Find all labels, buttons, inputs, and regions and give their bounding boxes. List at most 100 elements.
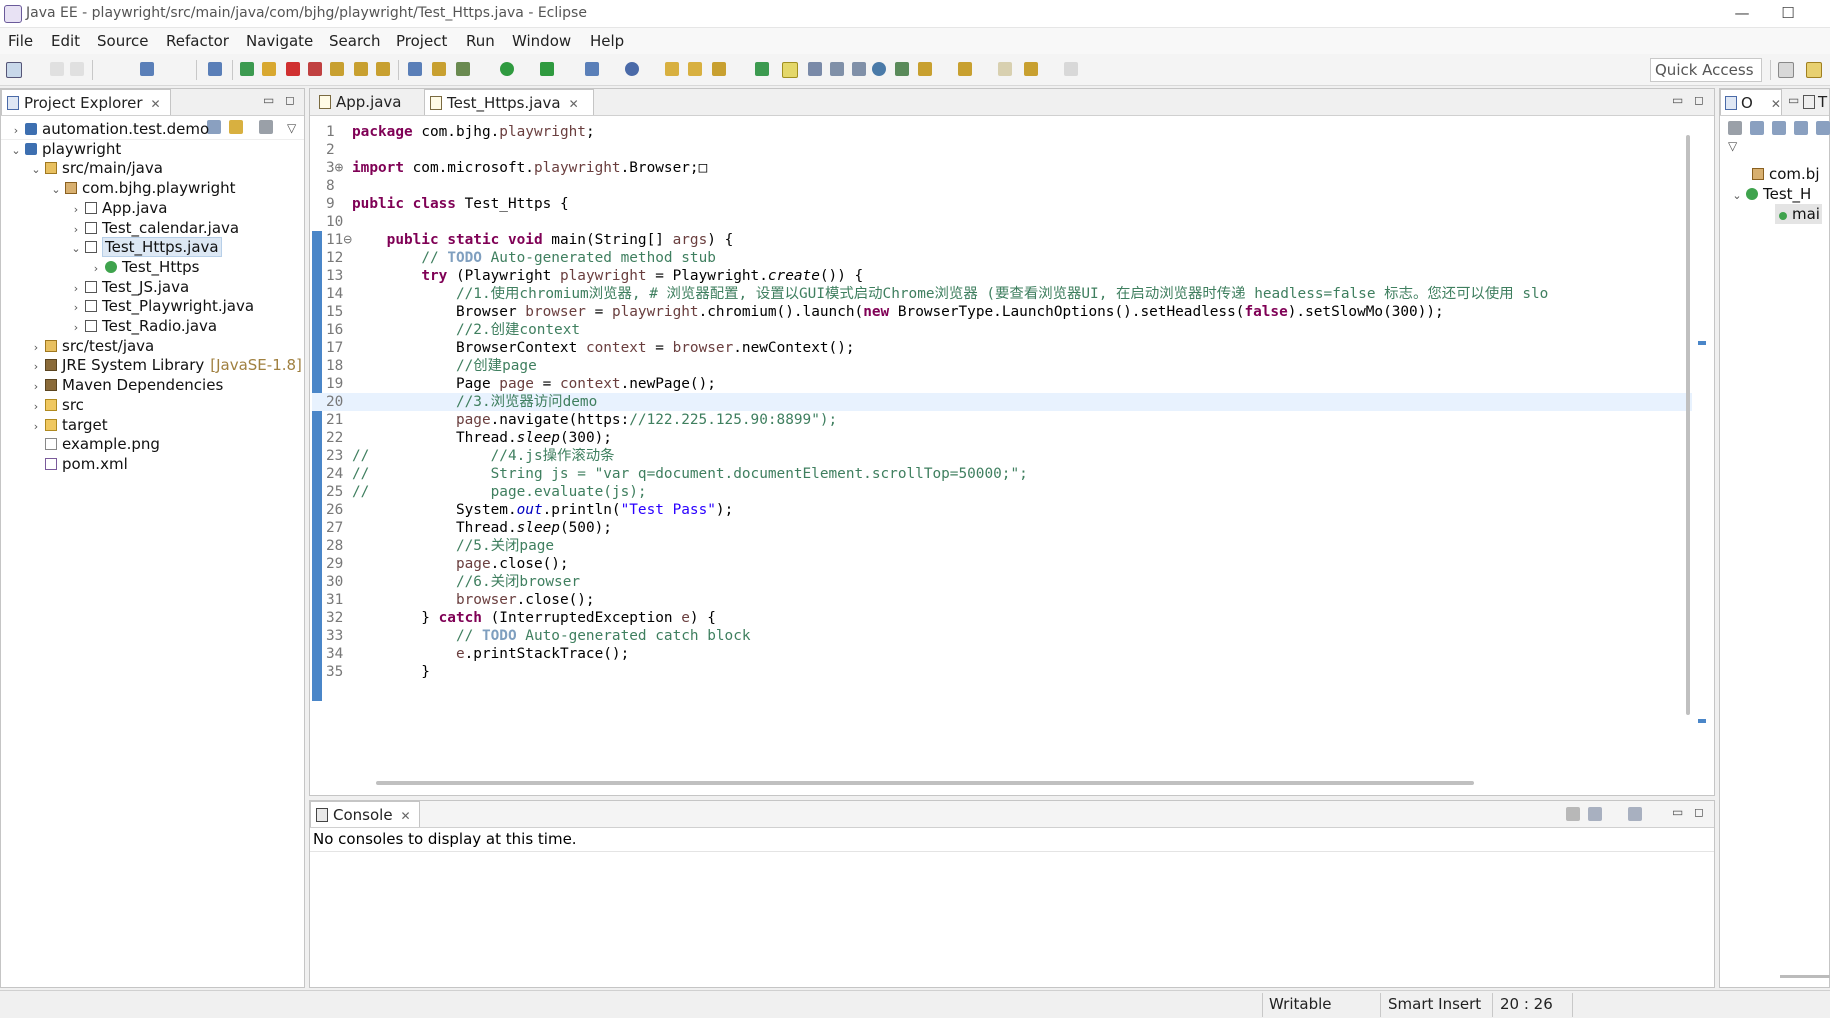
menu-refactor[interactable]: Refactor — [166, 32, 229, 50]
tab-test-https-java[interactable]: Test_Https.java ✕ — [424, 89, 594, 115]
code-line[interactable]: 25 // page.evaluate(js); — [312, 483, 1692, 501]
tree-item[interactable]: ⌄ Test_Https.java — [69, 237, 222, 259]
forward-icon[interactable] — [1064, 62, 1078, 76]
outline-item-class[interactable]: ⌄ Test_H — [1730, 184, 1811, 204]
previous-annotation-icon[interactable] — [958, 62, 972, 76]
tree-item[interactable]: ⌄ com.bjhg.playwright — [49, 178, 235, 200]
tree-item[interactable]: › target — [29, 415, 108, 435]
expanded-arrow-icon[interactable]: ⌄ — [69, 239, 83, 259]
code-line[interactable]: 23 // //4.js操作滚动条 — [312, 447, 1692, 465]
code-line[interactable]: 29 page.close(); — [312, 555, 1692, 573]
code-line[interactable]: 10 — [312, 213, 1692, 231]
code-line[interactable]: 22 Thread.sleep(300); — [312, 429, 1692, 447]
code-line[interactable]: 12 // TODO Auto-generated method stub — [312, 249, 1692, 267]
tab-task-list[interactable]: T — [1800, 89, 1830, 115]
code-line[interactable]: 34 e.printStackTrace(); — [312, 645, 1692, 663]
link-with-editor-icon[interactable] — [229, 120, 243, 134]
maximize-icon[interactable]: ◻ — [285, 93, 295, 107]
code-line[interactable]: 8 — [312, 177, 1692, 195]
save-all-icon[interactable] — [70, 62, 84, 76]
toggle-highlight-icon[interactable] — [782, 62, 798, 78]
suspend-icon[interactable] — [262, 62, 276, 76]
close-icon[interactable]: ✕ — [151, 97, 161, 111]
tree-item[interactable]: › Test_JS.java — [69, 277, 189, 297]
code-line[interactable]: 17 BrowserContext context = browser.newC… — [312, 339, 1692, 357]
use-step-filters-icon[interactable] — [408, 62, 422, 76]
back-icon[interactable] — [1024, 62, 1038, 76]
next-annotation-icon[interactable] — [918, 62, 932, 76]
code-line[interactable]: 28 //5.关闭page — [312, 537, 1692, 555]
hide-non-public-icon[interactable] — [1816, 121, 1830, 135]
filters-icon[interactable] — [259, 120, 273, 134]
tree-item[interactable]: ⌄ playwright — [9, 139, 121, 159]
minimize-icon[interactable]: ▭ — [1672, 805, 1683, 819]
menu-source[interactable]: Source — [97, 32, 149, 50]
horizontal-scrollbar[interactable] — [1780, 975, 1830, 978]
tree-item[interactable]: › Maven Dependencies — [29, 375, 223, 395]
menu-run[interactable]: Run — [466, 32, 495, 50]
menu-file[interactable]: File — [8, 32, 33, 50]
code-line[interactable]: 24 // String js = "var q=document.documen… — [312, 465, 1692, 483]
show-whitespace-icon[interactable] — [830, 62, 844, 76]
view-menu-icon[interactable]: ▽ — [1728, 139, 1737, 153]
expanded-arrow-icon[interactable]: ⌄ — [49, 180, 63, 200]
tree-item[interactable]: › Test_Playwright.java — [69, 296, 254, 316]
open-perspective-icon[interactable] — [1778, 62, 1794, 78]
new-icon[interactable] — [6, 62, 22, 78]
tree-item[interactable]: pom.xml — [29, 454, 128, 474]
code-editor[interactable]: 1 package com.bjhg.playwright; 2 3⊕ import c… — [312, 117, 1707, 757]
code-line[interactable]: 35 } — [312, 663, 1692, 681]
bug-icon[interactable] — [456, 62, 470, 76]
tree-item[interactable]: › Test_Radio.java — [69, 316, 217, 336]
open-console-icon[interactable] — [1628, 807, 1642, 821]
code-line[interactable]: 13 try (Playwright playwright = Playwrig… — [312, 267, 1692, 285]
tree-item[interactable]: › JRE System Library [JavaSE-1.8] — [29, 355, 302, 375]
menu-search[interactable]: Search — [329, 32, 381, 50]
code-line[interactable]: 3⊕ import com.microsoft.playwright.Browse… — [312, 159, 1692, 177]
code-line[interactable]: 27 Thread.sleep(500); — [312, 519, 1692, 537]
new-java-class-icon[interactable] — [625, 62, 639, 76]
tree-item[interactable]: › Test_Https — [89, 257, 200, 277]
pin-console-icon[interactable] — [1566, 807, 1580, 821]
quick-access-input[interactable]: Quick Access — [1650, 58, 1762, 82]
outline-item-package[interactable]: com.bj — [1750, 164, 1820, 184]
code-line[interactable]: 14 //1.使用chromium浏览器, # 浏览器配置, 设置以GUI模式启… — [312, 285, 1692, 303]
pilcrow-icon[interactable] — [852, 62, 866, 76]
hide-fields-icon[interactable] — [1772, 121, 1786, 135]
step-over-icon[interactable] — [354, 62, 368, 76]
horizontal-scrollbar[interactable] — [376, 781, 1474, 785]
maximize-icon[interactable]: ◻ — [1694, 93, 1704, 107]
skip-breakpoints-icon[interactable] — [208, 62, 222, 76]
menu-help[interactable]: Help — [590, 32, 624, 50]
menu-window[interactable]: Window — [512, 32, 571, 50]
tab-outline[interactable]: O ✕ — [1720, 89, 1782, 115]
code-line[interactable]: 15 Browser browser = playwright.chromium… — [312, 303, 1692, 321]
step-into-icon[interactable] — [330, 62, 344, 76]
code-line[interactable]: 9 public class Test_Https { — [312, 195, 1692, 213]
minimize-icon[interactable]: ▭ — [263, 93, 274, 107]
outline-item-method[interactable]: mai — [1775, 204, 1822, 224]
collapse-all-icon[interactable] — [1750, 121, 1764, 135]
run-icon[interactable] — [500, 62, 514, 76]
step-return-icon[interactable] — [376, 62, 390, 76]
code-line[interactable]: 21 page.navigate(https://122.225.125.90:… — [312, 411, 1692, 429]
code-line[interactable]: 31 browser.close(); — [312, 591, 1692, 609]
last-edit-icon[interactable] — [998, 62, 1012, 76]
minimize-icon[interactable]: — — [1720, 2, 1764, 24]
sort-icon[interactable] — [1728, 121, 1742, 135]
code-line[interactable]: 33 // TODO Auto-generated catch block — [312, 627, 1692, 645]
code-line[interactable]: 32 } catch (InterruptedException e) { — [312, 609, 1692, 627]
disconnect-icon[interactable] — [308, 62, 322, 76]
tree-item[interactable]: › automation.test.demo — [9, 119, 209, 139]
maximize-icon[interactable]: ☐ — [1766, 2, 1810, 24]
tree-item[interactable]: › App.java — [69, 198, 168, 218]
tab-console[interactable]: Console ✕ — [310, 801, 420, 827]
minimize-icon[interactable]: ▭ — [1672, 93, 1683, 107]
menu-edit[interactable]: Edit — [51, 32, 80, 50]
globe-icon[interactable] — [872, 62, 886, 76]
code-line[interactable]: 2 — [312, 141, 1692, 159]
display-console-icon[interactable] — [1588, 807, 1602, 821]
save-icon[interactable] — [50, 62, 64, 76]
close-icon[interactable]: ✕ — [1771, 97, 1781, 111]
tree-item[interactable]: › Test_calendar.java — [69, 218, 239, 238]
